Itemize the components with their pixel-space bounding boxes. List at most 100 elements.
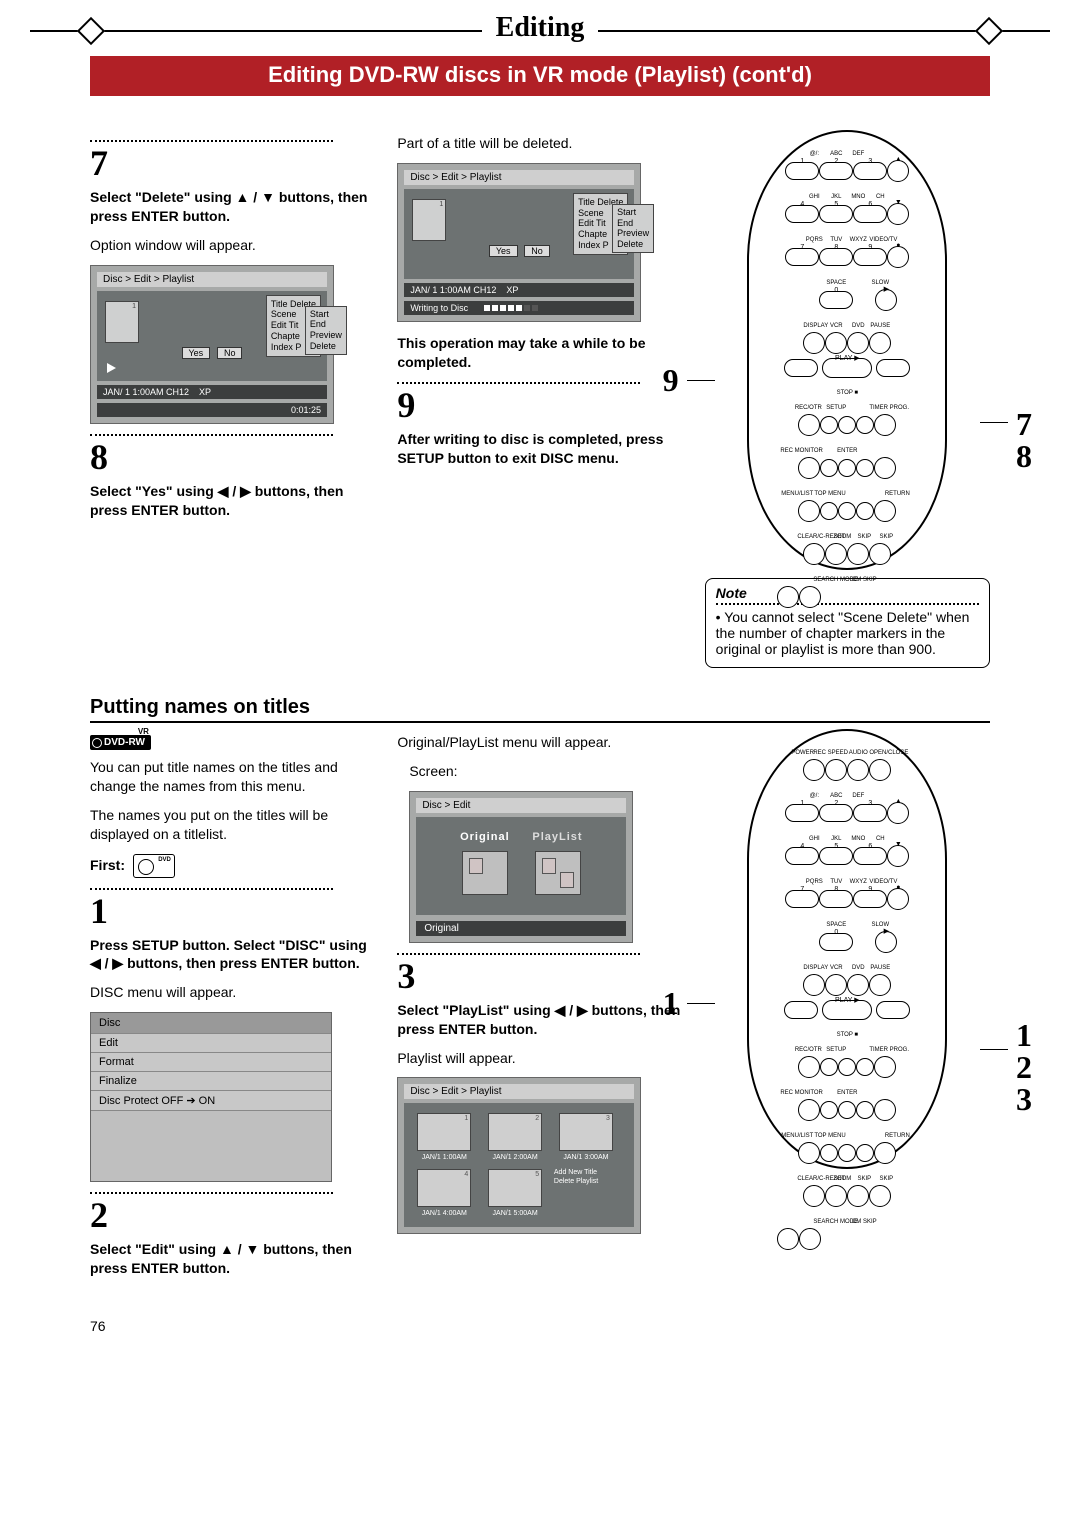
context-popup: Title Delete Scene Edit Tit Chapte Index… bbox=[573, 193, 628, 255]
remote-diagram-2: POWERREC SPEEDAUDIOOPEN/CLOSE @/:ABCDEF … bbox=[747, 729, 947, 1169]
key-6[interactable]: 6 bbox=[853, 205, 887, 223]
yes-button[interactable]: Yes bbox=[489, 245, 518, 257]
pl-cell[interactable]: 5JAN/1 5:00AM bbox=[483, 1169, 547, 1217]
rec-speed[interactable] bbox=[825, 759, 847, 781]
writing-label: Writing to Disc bbox=[410, 303, 468, 313]
rec-otr[interactable] bbox=[798, 414, 820, 436]
operation-warning: This operation may take a while to be co… bbox=[397, 334, 682, 372]
pl-cell[interactable]: 2JAN/1 2:00AM bbox=[483, 1113, 547, 1161]
ffwd[interactable] bbox=[876, 359, 910, 377]
key-4[interactable]: 4 bbox=[785, 205, 819, 223]
callout-3-right: 3 bbox=[1016, 1081, 1032, 1118]
callout-9: 9 bbox=[663, 362, 679, 399]
pl-add-cell[interactable]: Add New Title Delete Playlist bbox=[554, 1169, 618, 1186]
pl-cell[interactable]: 1JAN/1 1:00AM bbox=[412, 1113, 476, 1161]
page-number: 76 bbox=[90, 1318, 106, 1334]
breadcrumb: Disc > Edit bbox=[416, 798, 626, 813]
dvd[interactable] bbox=[847, 332, 869, 354]
pl-cell[interactable]: 4JAN/1 4:00AM bbox=[412, 1169, 476, 1217]
play-icon bbox=[107, 363, 116, 373]
breadcrumb: Disc > Edit > Playlist bbox=[97, 272, 327, 287]
rew[interactable] bbox=[784, 359, 818, 377]
step-8-number: 8 bbox=[90, 436, 375, 478]
step-9-number: 9 bbox=[397, 384, 682, 426]
key-3[interactable]: 3 bbox=[853, 162, 887, 180]
slow[interactable]: ▶ bbox=[875, 289, 897, 311]
first-label: First: bbox=[90, 856, 125, 875]
key-8[interactable]: 8 bbox=[819, 248, 853, 266]
down[interactable] bbox=[838, 502, 856, 520]
callout-8: 8 bbox=[1016, 438, 1032, 475]
up[interactable] bbox=[838, 416, 856, 434]
step-3-body: Playlist will appear. bbox=[397, 1049, 682, 1068]
original-card-icon[interactable] bbox=[462, 851, 508, 895]
step-7-number: 7 bbox=[90, 142, 375, 184]
original-label[interactable]: Original bbox=[460, 831, 510, 843]
disc-menu-item[interactable]: Edit bbox=[91, 1033, 331, 1052]
top-menu[interactable] bbox=[820, 502, 838, 520]
context-sub-popup: Start End Preview Delete bbox=[612, 204, 654, 253]
step-7-body: Option window will appear. bbox=[90, 236, 375, 255]
return[interactable] bbox=[874, 500, 896, 522]
clear-reset[interactable] bbox=[803, 543, 825, 565]
section-heading: Putting names on titles bbox=[90, 696, 990, 723]
enter[interactable] bbox=[838, 459, 856, 477]
yes-button[interactable]: Yes bbox=[182, 347, 211, 359]
ch-up[interactable]: ▲ bbox=[887, 160, 909, 182]
play[interactable]: PLAY ▶ bbox=[822, 358, 872, 378]
power[interactable] bbox=[803, 759, 825, 781]
progress-indicator bbox=[484, 303, 540, 313]
step-1-body: DISC menu will appear. bbox=[90, 983, 375, 1002]
step-9-instruction: After writing to disc is completed, pres… bbox=[397, 430, 682, 468]
video-tv[interactable]: ● bbox=[887, 246, 909, 268]
disc-menu-item[interactable]: Format bbox=[91, 1052, 331, 1071]
vcr[interactable] bbox=[825, 332, 847, 354]
col-right: @/:ABCDEF 123▲ GHIJKLMNOCH 456▼ PQRSTUVW… bbox=[705, 130, 990, 668]
skip-fwd[interactable] bbox=[869, 543, 891, 565]
dvd-rw-vr-badge: VR DVD-RW bbox=[90, 735, 151, 750]
step-3-number: 3 bbox=[397, 955, 682, 997]
key-1[interactable]: 1 bbox=[785, 162, 819, 180]
setup[interactable] bbox=[820, 416, 838, 434]
display[interactable] bbox=[803, 332, 825, 354]
key-2[interactable]: 2 bbox=[819, 162, 853, 180]
context-sub-popup: Start End Preview Delete bbox=[305, 306, 347, 355]
ui-playlist-grid: Disc > Edit > Playlist 1JAN/1 1:00AM 2JA… bbox=[397, 1077, 641, 1234]
key-9[interactable]: 9 bbox=[853, 248, 887, 266]
step-2-instruction: Select "Edit" using ▲ / ▼ buttons, then … bbox=[90, 1240, 375, 1278]
pl-cell[interactable]: 3JAN/1 3:00AM bbox=[554, 1113, 618, 1161]
context-popup: Title Delete Scene Edit Tit Chapte Index… bbox=[266, 295, 321, 357]
no-button[interactable]: No bbox=[524, 245, 550, 257]
key-7[interactable]: 7 bbox=[785, 248, 819, 266]
skip-back[interactable] bbox=[847, 543, 869, 565]
cm-skip[interactable] bbox=[799, 586, 821, 608]
zoom[interactable] bbox=[825, 543, 847, 565]
left[interactable] bbox=[820, 459, 838, 477]
status-mode: XP bbox=[199, 387, 211, 397]
timer-prog[interactable] bbox=[874, 414, 896, 436]
rec-monitor[interactable] bbox=[798, 457, 820, 479]
menu-list[interactable] bbox=[798, 500, 820, 522]
col-mid: Part of a title will be deleted. Disc > … bbox=[397, 130, 682, 668]
search-mode[interactable] bbox=[777, 586, 799, 608]
ui-screenshot-step8: Disc > Edit > Playlist 1 Title Delete Sc… bbox=[397, 163, 641, 322]
key-5[interactable]: 5 bbox=[819, 205, 853, 223]
pause[interactable] bbox=[869, 332, 891, 354]
col-mid-lower: Original/PlayList menu will appear. Scre… bbox=[397, 729, 682, 1288]
screen-label: Screen: bbox=[397, 762, 682, 781]
step-1-number: 1 bbox=[90, 890, 375, 932]
disc-menu-item[interactable]: Disc Protect OFF ➔ ON bbox=[91, 1090, 331, 1110]
right[interactable] bbox=[856, 459, 874, 477]
callout-1-left: 1 bbox=[663, 985, 679, 1022]
disc-menu-item[interactable]: Finalize bbox=[91, 1071, 331, 1090]
audio[interactable] bbox=[847, 759, 869, 781]
playlist-card-icon[interactable] bbox=[535, 851, 581, 895]
ch-down[interactable]: ▼ bbox=[887, 203, 909, 225]
playlist-label[interactable]: PlayList bbox=[532, 831, 582, 843]
title-thumbnail: 1 bbox=[105, 301, 139, 343]
status-left: JAN/ 1 1:00AM CH12 bbox=[410, 285, 496, 295]
open-close[interactable] bbox=[869, 759, 891, 781]
breadcrumb: Disc > Edit > Playlist bbox=[404, 170, 634, 185]
no-button[interactable]: No bbox=[217, 347, 243, 359]
key-0[interactable]: 0 bbox=[819, 291, 853, 309]
